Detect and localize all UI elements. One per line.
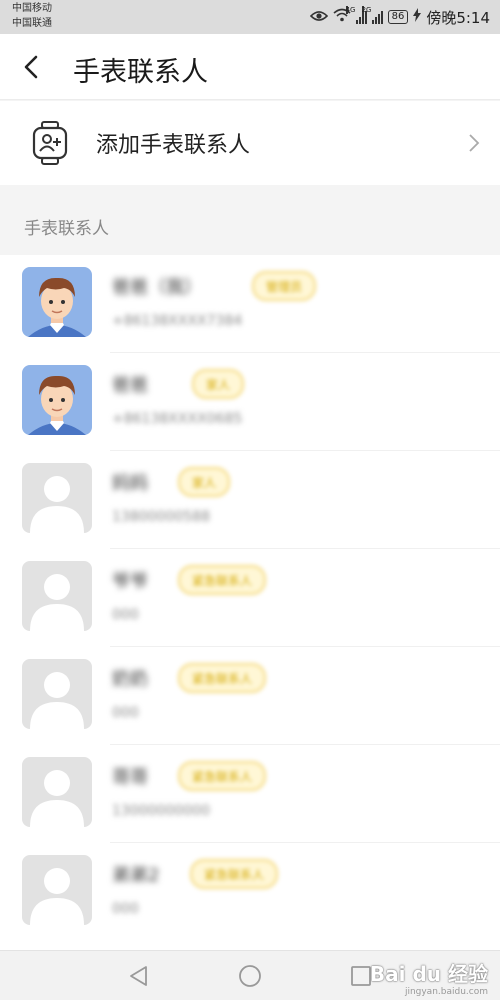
contact-phone: 000	[112, 607, 139, 623]
contact-item[interactable]: 爸爸 家人 +86138XXXX0685	[0, 353, 500, 451]
watermark-brand: Bai du 经验	[369, 962, 488, 986]
contact-name: 弟弟2	[112, 865, 160, 886]
contact-role-badge: 家人	[178, 467, 231, 497]
clock: 傍晚5:14	[426, 8, 490, 27]
contact-name: 爷爷	[112, 571, 148, 592]
status-bar: 中国移动 中国联通 4G 2G 86 傍晚5:14	[0, 0, 500, 34]
back-button[interactable]	[18, 52, 48, 82]
contact-name: 哥哥	[112, 767, 148, 788]
chevron-left-icon	[24, 55, 38, 79]
contact-phone: +86138XXXX7384	[112, 313, 243, 329]
contact-name: 爸爸（我）	[112, 277, 202, 298]
nav-home-icon[interactable]	[237, 963, 263, 989]
contact-item[interactable]: 爸爸（我） 管理员 +86138XXXX7384	[0, 255, 500, 353]
signal-icon-2: 2G	[361, 6, 383, 24]
contact-phone: +86138XXXX0685	[112, 411, 243, 427]
contact-role-badge: 紧急联系人	[178, 761, 267, 791]
default-avatar	[22, 463, 92, 533]
cartoon-boy-avatar	[22, 267, 92, 337]
carrier-2: 中国联通	[12, 18, 52, 29]
contact-role-badge: 管理员	[252, 271, 317, 301]
nav-back-icon[interactable]	[126, 963, 152, 989]
contact-item[interactable]: 妈妈 家人 13800000588	[0, 451, 500, 549]
chevron-right-icon	[469, 134, 480, 152]
eye-icon	[309, 8, 328, 26]
contact-item[interactable]: 奶奶 紧急联系人 000	[0, 647, 500, 745]
cartoon-boy-avatar	[22, 365, 92, 435]
section-header: 手表联系人	[24, 219, 109, 239]
contact-role-badge: 紧急联系人	[178, 663, 267, 693]
contact-item[interactable]: 爷爷 紧急联系人 000	[0, 549, 500, 647]
default-avatar	[22, 757, 92, 827]
contact-list: 爸爸（我） 管理员 +86138XXXX7384 爸爸 家人 +86138XXX…	[0, 255, 500, 950]
add-contact-label: 添加手表联系人	[96, 133, 251, 158]
contact-item[interactable]: 哥哥 紧急联系人 13000000000	[0, 745, 500, 843]
contact-role-badge: 家人	[192, 369, 245, 399]
add-watch-contact-button[interactable]: 添加手表联系人	[0, 101, 500, 185]
app-bar: 手表联系人	[0, 34, 500, 100]
default-avatar	[22, 659, 92, 729]
contact-phone: 13800000588	[112, 509, 210, 525]
contact-role-badge: 紧急联系人	[190, 859, 279, 889]
contact-item[interactable]: 弟弟2 紧急联系人 000	[0, 843, 500, 941]
contact-role-badge: 紧急联系人	[178, 565, 267, 595]
contact-phone: 13000000000	[112, 803, 210, 819]
baidu-jingyan-watermark: Bai du 经验 jingyan.baidu.com	[370, 958, 488, 997]
page-title: 手表联系人	[73, 57, 208, 88]
contact-name: 妈妈	[112, 473, 148, 494]
battery-indicator: 86	[387, 10, 409, 24]
default-avatar	[22, 561, 92, 631]
contact-phone: 000	[112, 901, 139, 917]
contact-name: 奶奶	[112, 669, 148, 690]
charging-icon	[413, 8, 422, 26]
contact-phone: 000	[112, 705, 139, 721]
carrier-1: 中国移动	[12, 3, 52, 14]
default-avatar	[22, 855, 92, 925]
watch-add-contact-icon	[32, 121, 68, 165]
watermark-url: jingyan.baidu.com	[404, 987, 488, 997]
contact-name: 爸爸	[112, 375, 148, 396]
